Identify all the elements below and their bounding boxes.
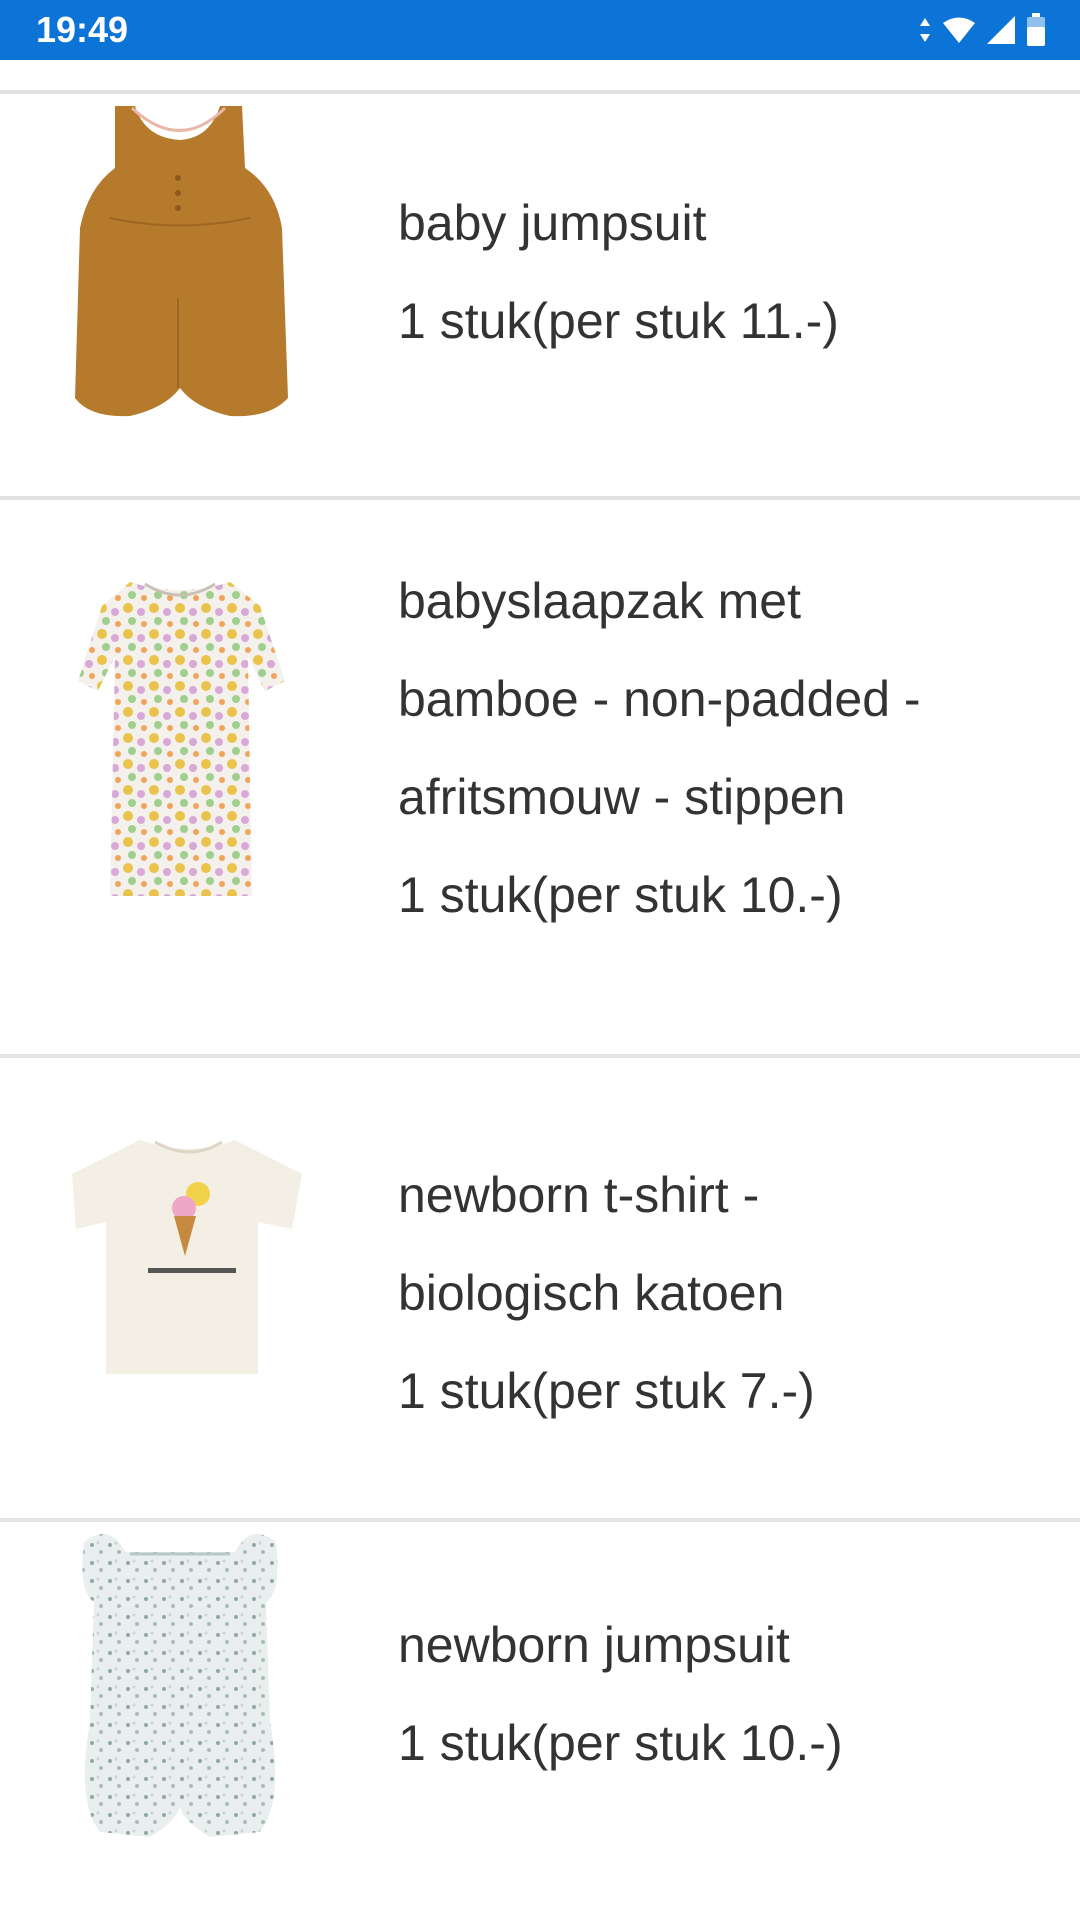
status-icons (918, 12, 1046, 48)
item-name-line: newborn jumpsuit (398, 1617, 790, 1673)
list-item[interactable]: babyslaapzak met bamboe - non-padded - a… (0, 500, 1080, 1050)
item-name-line: afritsmouw - stippen (398, 769, 846, 825)
item-quantity: 1 stuk(per stuk 10.-) (398, 1715, 843, 1771)
list-item[interactable]: newborn t-shirt - biologisch katoen 1 st… (0, 1058, 1080, 1518)
item-text: babyslaapzak met bamboe - non-padded - a… (398, 552, 1038, 944)
data-arrows-icon (918, 16, 932, 44)
product-image-baby-jumpsuit[interactable] (70, 98, 320, 428)
signal-icon (986, 15, 1016, 45)
item-text: newborn t-shirt - biologisch katoen 1 st… (398, 1146, 1038, 1440)
product-image-babyslaapzak[interactable] (70, 576, 320, 906)
order-item-list[interactable]: baby jumpsuit 1 stuk(per stuk 11.-) baby… (0, 60, 1080, 1920)
status-bar: 19:49 (0, 0, 1080, 60)
product-image-newborn-jumpsuit[interactable] (70, 1522, 320, 1852)
product-image-newborn-tshirt[interactable] (70, 1134, 320, 1464)
item-text: newborn jumpsuit 1 stuk(per stuk 10.-) (398, 1596, 1038, 1792)
item-name-line: newborn t-shirt - (398, 1167, 760, 1223)
battery-icon (1026, 13, 1046, 47)
item-quantity: 1 stuk(per stuk 10.-) (398, 867, 843, 923)
list-item[interactable]: newborn jumpsuit 1 stuk(per stuk 10.-) (0, 1522, 1080, 1920)
item-text: baby jumpsuit 1 stuk(per stuk 11.-) (398, 174, 1038, 370)
item-quantity: 1 stuk(per stuk 7.-) (398, 1363, 815, 1419)
item-name-line: bamboe - non-padded - (398, 671, 921, 727)
status-time: 19:49 (36, 9, 129, 50)
item-name-line: baby jumpsuit (398, 195, 707, 251)
item-name-line: babyslaapzak met (398, 573, 802, 629)
item-name-line: biologisch katoen (398, 1265, 785, 1321)
item-quantity: 1 stuk(per stuk 11.-) (398, 293, 839, 349)
list-item[interactable]: baby jumpsuit 1 stuk(per stuk 11.-) (0, 94, 1080, 494)
wifi-icon (942, 16, 976, 44)
